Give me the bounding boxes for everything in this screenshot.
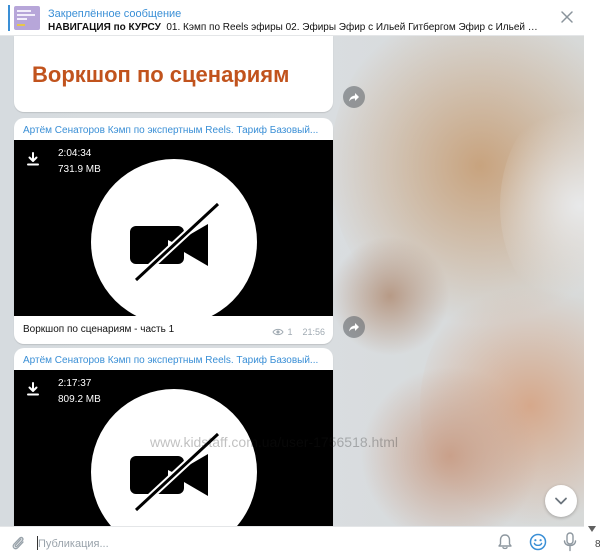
video-size: 731.9 MB <box>58 164 101 175</box>
video-preview[interactable]: 2:04:34 731.9 MB <box>14 140 333 316</box>
forward-button[interactable] <box>343 86 365 108</box>
message-input[interactable] <box>36 533 440 555</box>
pinned-thumbnail <box>14 6 40 30</box>
message-author[interactable]: Артём Сенаторов Кэмп по экспертным Reels… <box>23 125 323 136</box>
message-author[interactable]: Артём Сенаторов Кэмп по экспертным Reels… <box>23 355 323 366</box>
chevron-down-icon <box>555 497 567 505</box>
pinned-title: Закреплённое сообщение <box>48 8 182 20</box>
view-count: 1 <box>287 327 293 337</box>
scroll-arrow-down-icon[interactable] <box>588 526 596 532</box>
pinned-accent-line <box>8 5 10 31</box>
pinned-message-bar[interactable]: Закреплённое сообщение НАВИГАЦИЯ по КУРС… <box>0 0 584 36</box>
forward-button[interactable] <box>343 316 365 338</box>
eye-icon <box>272 328 285 336</box>
workshop-message[interactable]: Воркшоп по сценариям <box>14 36 333 112</box>
watermark-text: www.kidstaff.com.ua/user-1756518.html <box>150 434 398 450</box>
video-duration: 2:04:34 <box>58 148 92 159</box>
pinned-text-bold: НАВИГАЦИЯ по КУРСУ <box>48 22 161 33</box>
download-icon[interactable] <box>26 382 40 396</box>
side-label: 8 <box>595 539 600 550</box>
forward-icon <box>349 323 359 332</box>
paperclip-icon[interactable] <box>10 534 26 552</box>
bell-icon[interactable] <box>496 533 514 551</box>
text-caret <box>37 536 38 550</box>
video-message[interactable]: Артём Сенаторов Кэмп по экспертным Reels… <box>14 118 333 344</box>
pinned-text-rest: 01. Кэмп по Reels эфиры 02. Эфиры Эфир с… <box>166 22 538 33</box>
workshop-title: Воркшоп по сценариям <box>32 62 290 87</box>
video-duration: 2:17:37 <box>58 378 92 389</box>
message-composer <box>0 526 584 558</box>
close-icon[interactable] <box>560 10 574 24</box>
message-time: 21:56 <box>302 327 325 337</box>
forward-icon <box>349 93 359 102</box>
video-size: 809.2 MB <box>58 394 101 405</box>
scroll-to-bottom-button[interactable] <box>545 485 577 517</box>
telegram-channel-view: Закреплённое сообщение НАВИГАЦИЯ по КУРС… <box>0 0 584 558</box>
emoji-icon[interactable] <box>529 533 547 551</box>
download-icon[interactable] <box>26 152 40 166</box>
video-caption: Воркшоп по сценариям - часть 1 <box>23 324 175 335</box>
pinned-text: НАВИГАЦИЯ по КУРСУ 01. Кэмп по Reels эфи… <box>48 22 538 33</box>
scrollbar[interactable] <box>584 0 600 558</box>
message-meta: 1 21:56 <box>272 327 325 337</box>
video-off-icon <box>130 201 221 283</box>
microphone-icon[interactable] <box>563 532 577 552</box>
